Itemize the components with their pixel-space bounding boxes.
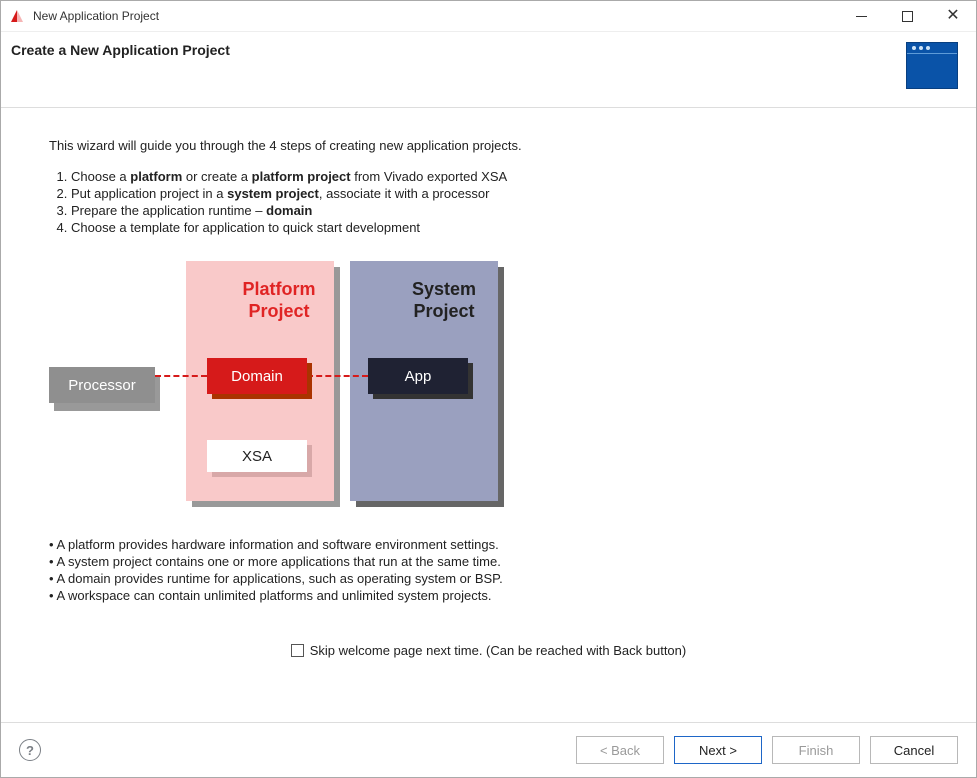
app-icon bbox=[9, 8, 25, 24]
skip-checkbox-label[interactable]: Skip welcome page next time. (Can be rea… bbox=[291, 643, 686, 658]
maximize-button[interactable] bbox=[884, 1, 930, 31]
connector-line bbox=[307, 375, 368, 377]
skip-checkbox[interactable] bbox=[291, 644, 304, 657]
processor-box: Processor bbox=[49, 367, 155, 403]
note-item: A platform provides hardware information… bbox=[49, 537, 928, 552]
close-button[interactable]: ✕ bbox=[930, 1, 976, 31]
finish-button[interactable]: Finish bbox=[772, 736, 860, 764]
step-2: Put application project in a system proj… bbox=[71, 186, 928, 201]
wizard-icon bbox=[906, 42, 958, 89]
next-button[interactable]: Next > bbox=[674, 736, 762, 764]
skip-row: Skip welcome page next time. (Can be rea… bbox=[49, 643, 928, 660]
content: This wizard will guide you through the 4… bbox=[1, 108, 976, 722]
minimize-button[interactable] bbox=[838, 1, 884, 31]
wizard-window: New Application Project ✕ Create a New A… bbox=[0, 0, 977, 778]
footer: ? < Back Next > Finish Cancel bbox=[1, 722, 976, 777]
step-1: Choose a platform or create a platform p… bbox=[71, 169, 928, 184]
connector-line bbox=[155, 375, 207, 377]
app-box: App bbox=[368, 358, 468, 394]
architecture-diagram: Platform Project System Project Processo… bbox=[49, 259, 549, 509]
system-project-label: System Project bbox=[384, 279, 504, 322]
help-icon[interactable]: ? bbox=[19, 739, 41, 761]
banner: Create a New Application Project bbox=[1, 32, 976, 108]
titlebar: New Application Project ✕ bbox=[1, 1, 976, 32]
step-3: Prepare the application runtime – domain bbox=[71, 203, 928, 218]
window-title: New Application Project bbox=[33, 9, 838, 23]
note-item: A workspace can contain unlimited platfo… bbox=[49, 588, 928, 603]
window-buttons: ✕ bbox=[838, 1, 976, 31]
skip-label-text: Skip welcome page next time. (Can be rea… bbox=[310, 643, 686, 658]
notes-list: A platform provides hardware information… bbox=[49, 537, 928, 603]
back-button[interactable]: < Back bbox=[576, 736, 664, 764]
xsa-box: XSA bbox=[207, 440, 307, 472]
banner-heading: Create a New Application Project bbox=[11, 42, 230, 58]
platform-project-label: Platform Project bbox=[219, 279, 339, 322]
cancel-button[interactable]: Cancel bbox=[870, 736, 958, 764]
domain-box: Domain bbox=[207, 358, 307, 394]
steps-list: Choose a platform or create a platform p… bbox=[49, 169, 928, 235]
step-4: Choose a template for application to qui… bbox=[71, 220, 928, 235]
intro-text: This wizard will guide you through the 4… bbox=[49, 138, 928, 153]
note-item: A system project contains one or more ap… bbox=[49, 554, 928, 569]
note-item: A domain provides runtime for applicatio… bbox=[49, 571, 928, 586]
